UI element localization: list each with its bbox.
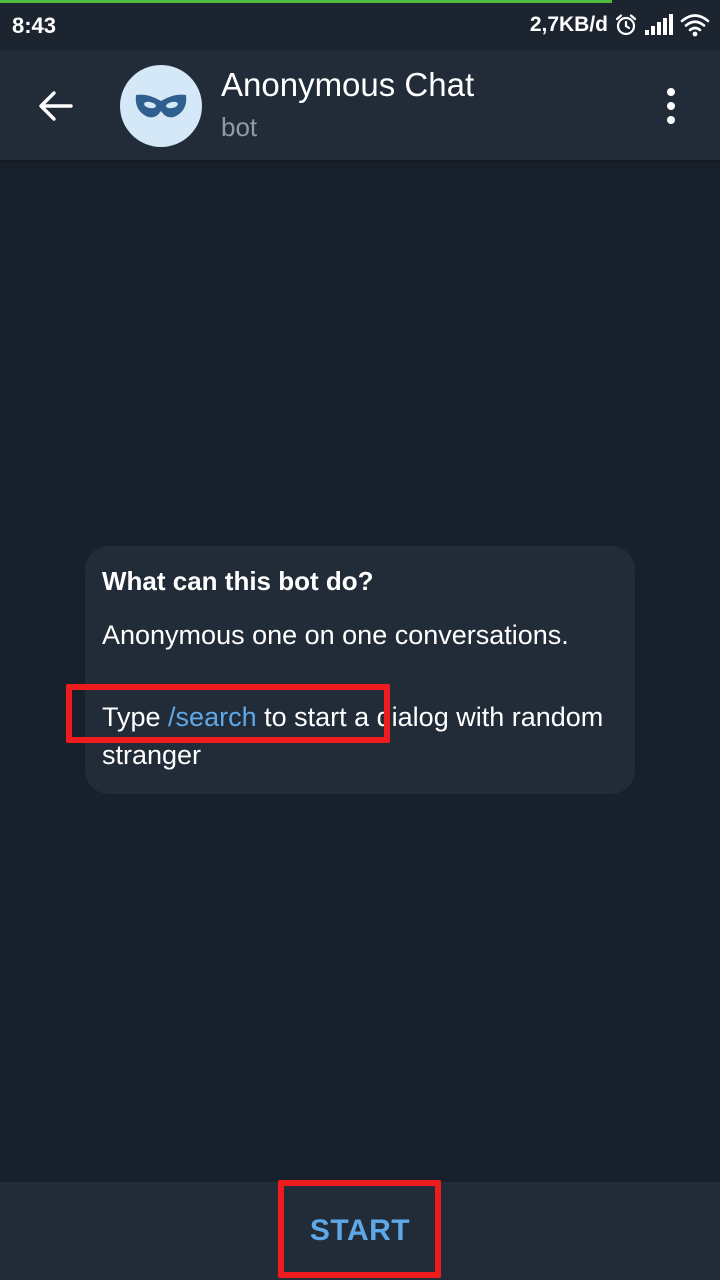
chat-header: Anonymous Chat bot <box>0 50 720 162</box>
network-speed: 2,7KB/d <box>529 13 608 36</box>
chat-screen: 8:43 2,7KB/d Anonymous Chat bot What can… <box>0 0 720 1280</box>
avatar[interactable] <box>120 65 202 147</box>
search-command-link[interactable]: /search <box>168 702 257 732</box>
alarm-icon <box>614 13 638 37</box>
more-vertical-icon <box>667 88 675 96</box>
bottom-bar: START <box>0 1182 720 1280</box>
start-button[interactable]: START <box>0 1182 720 1280</box>
more-menu-button[interactable] <box>648 80 694 132</box>
wifi-icon <box>680 13 710 37</box>
chat-subtitle: bot <box>221 112 258 142</box>
chat-title[interactable]: Anonymous Chat <box>221 66 474 104</box>
status-time: 8:43 <box>12 13 57 38</box>
back-button[interactable] <box>26 76 86 136</box>
card-description: Anonymous one on one conversations. <box>102 620 569 650</box>
instruction-prefix: Type <box>102 702 169 732</box>
mask-icon <box>135 94 187 118</box>
bot-info-card: What can this bot do? Anonymous one on o… <box>85 546 635 794</box>
status-icons: 2,7KB/d <box>530 11 710 39</box>
signal-icon <box>644 14 674 36</box>
arrow-left-icon <box>39 91 73 121</box>
status-bar: 8:43 2,7KB/d <box>0 0 720 50</box>
loading-indicator <box>0 0 612 3</box>
card-instructions: Type /search to start a dialog with rand… <box>102 698 622 774</box>
card-title: What can this bot do? <box>102 566 374 596</box>
